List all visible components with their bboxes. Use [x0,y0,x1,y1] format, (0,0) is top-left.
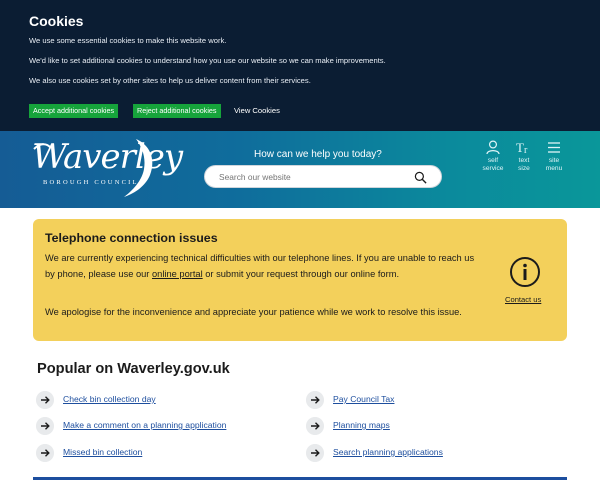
arrow-right-icon [36,417,54,435]
popular-heading: Popular on Waverley.gov.uk [37,361,230,377]
svg-text:T: T [516,140,524,155]
telephone-alert: Telephone connection issues We are curre… [33,219,567,341]
search-box[interactable] [204,165,442,188]
contact-us-link[interactable]: Contact us [505,295,541,304]
self-service-label-1: self [487,157,499,164]
text-size-icon: T r [516,140,528,155]
popular-link-label[interactable]: Search planning applications [333,447,443,457]
self-service-label-2: service [482,165,504,172]
svg-text:r: r [524,145,528,155]
site-menu-label-2: menu [545,165,563,172]
arrow-right-icon [36,444,54,462]
logo-subtitle: BOROUGH COUNCIL [43,179,139,186]
arrow-right-icon [306,391,324,409]
popular-link-label[interactable]: Pay Council Tax [333,394,394,404]
cookie-text-essential: We use some essential cookies to make th… [29,36,227,45]
person-icon [486,140,500,155]
text-size-button[interactable]: T r text size [509,140,539,173]
self-service-button[interactable]: self service [478,140,508,173]
hamburger-menu-icon [548,142,560,153]
logo-wordmark: Waverley [32,137,183,177]
search-icon[interactable] [414,171,427,184]
info-icon [510,257,540,287]
online-portal-link[interactable]: online portal [152,269,203,279]
site-menu-button[interactable]: site menu [539,140,569,173]
popular-link-label[interactable]: Missed bin collection [63,447,142,457]
popular-link-label[interactable]: Planning maps [333,420,390,430]
popular-link-label[interactable]: Check bin collection day [63,394,156,404]
alert-text-end: or submit your request through our onlin… [202,269,400,279]
arrow-right-icon [306,417,324,435]
arrow-right-icon [36,391,54,409]
text-size-label-1: text [518,157,530,164]
alert-paragraph-2: We apologise for the inconvenience and a… [45,307,462,317]
cookie-text-third-party: We also use cookies set by other sites t… [29,76,311,85]
accept-cookies-button[interactable]: Accept additional cookies [29,104,119,118]
search-input[interactable] [219,172,399,182]
waverley-logo[interactable]: Waverley BOROUGH COUNCIL [32,137,183,203]
cookie-text-additional: We'd like to set additional cookies to u… [29,56,386,65]
arrow-right-icon [306,444,324,462]
alert-paragraph-1: We are currently experiencing technical … [45,250,485,282]
view-cookies-link[interactable]: View Cookies [234,106,280,115]
site-menu-label-1: site [548,157,560,164]
popular-link-label[interactable]: Make a comment on a planning application [63,420,226,430]
alert-title: Telephone connection issues [45,231,218,245]
cookie-title: Cookies [29,13,84,29]
reject-cookies-button[interactable]: Reject additional cookies [133,104,221,118]
help-heading: How can we help you today? [254,149,382,160]
text-size-label-2: size [518,165,530,172]
cookie-banner: Cookies We use some essential cookies to… [0,0,600,131]
